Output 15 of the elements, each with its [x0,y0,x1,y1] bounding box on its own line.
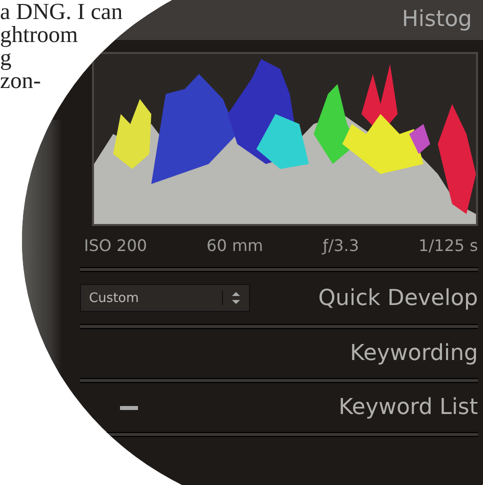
panel-title: Histog [402,7,472,32]
remove-button[interactable] [120,406,138,410]
article-text-line: g [0,46,12,69]
panel-title[interactable]: Quick Develop [318,286,478,310]
exif-info: 1/125 s [418,236,478,255]
article-text-line: ghtroom [0,23,78,46]
panel-title[interactable]: Keyword List [338,395,478,420]
stepper-arrows-icon [222,291,241,305]
exif-info: ƒ/3.3 [322,236,360,255]
article-text-line: zon- [0,69,41,92]
exif-info: 60 mm [206,236,264,255]
exif-info: ISO 200 [84,236,148,255]
panel-title[interactable]: Keywording [350,341,478,366]
article-text-line: a DNG. I can [0,0,123,23]
preset-dropdown[interactable]: Custom [80,284,250,312]
